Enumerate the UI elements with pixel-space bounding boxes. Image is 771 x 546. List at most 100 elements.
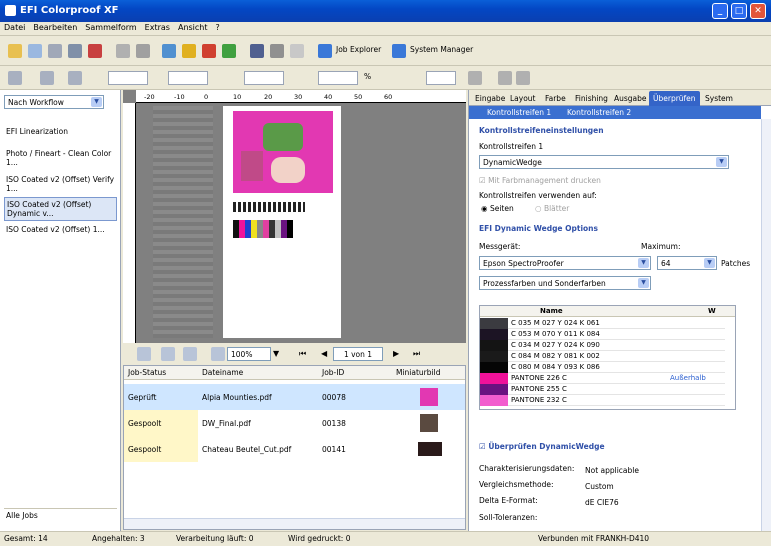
tab-ausgabe[interactable]: Ausgabe	[614, 94, 647, 103]
menu-extras[interactable]: Extras	[141, 22, 174, 33]
measure-icon[interactable]	[290, 44, 304, 58]
section-title: EFI Dynamic Wedge Options	[479, 224, 598, 233]
column-header[interactable]: Dateiname	[202, 368, 243, 377]
swatch-row[interactable]: PANTONE 255 C	[480, 384, 725, 395]
maximize-button[interactable]: □	[731, 3, 747, 19]
menu-ansicht[interactable]: Ansicht	[174, 22, 212, 33]
home-icon[interactable]	[498, 71, 512, 85]
tab-layout[interactable]: Layout	[510, 94, 536, 103]
tab-system[interactable]: System	[705, 94, 733, 103]
width-field[interactable]	[244, 71, 284, 85]
pointer-icon[interactable]	[250, 44, 264, 58]
ruler-tick: 0	[204, 93, 209, 101]
settings-icon[interactable]	[136, 44, 150, 58]
verify-checkbox[interactable]: ☑ Überprüfen DynamicWedge	[479, 442, 605, 451]
align-icon[interactable]	[8, 71, 22, 85]
rotation-field[interactable]	[426, 71, 456, 85]
swatch-row[interactable]: PANTONE 232 C	[480, 395, 725, 406]
strip-select[interactable]: DynamicWedge ▼	[479, 155, 729, 169]
vertical-scrollbar[interactable]	[761, 119, 771, 531]
workflow-item[interactable]: ISO Coated v2 (Offset) Verify 1...	[4, 173, 117, 195]
swatch-row[interactable]: C 034 M 027 Y 024 K 090	[480, 340, 725, 351]
zoom-icon[interactable]	[211, 347, 225, 361]
status-connection: Verbunden mit FRANKH-D410	[538, 534, 650, 543]
radio-pages[interactable]: ◉ Seiten	[481, 204, 514, 213]
workflow-item-selected[interactable]: ISO Coated v2 (Offset) Dynamic v...	[4, 197, 117, 221]
open-folder-icon[interactable]	[8, 44, 22, 58]
horizontal-scrollbar[interactable]	[124, 518, 465, 529]
next-page-icon[interactable]: ▶	[393, 349, 399, 358]
workflow-item[interactable]: Photo / Fineart - Clean Color 1...	[4, 147, 117, 169]
refresh-icon[interactable]	[222, 44, 236, 58]
crop-icon[interactable]	[270, 44, 284, 58]
x-position-field[interactable]	[108, 71, 148, 85]
grid-icon[interactable]	[161, 347, 175, 361]
column-header[interactable]: Name	[540, 307, 563, 315]
swatch-row[interactable]: C 035 M 027 Y 024 K 061	[480, 318, 725, 329]
network-icon[interactable]	[88, 44, 102, 58]
save-icon[interactable]	[48, 44, 62, 58]
layout-icon[interactable]	[162, 44, 176, 58]
ruler-tick: 50	[354, 93, 363, 101]
subtab-strip-2[interactable]: Kontrollstreifen 2	[567, 108, 631, 117]
system-manager-button[interactable]: System Manager	[410, 45, 473, 54]
undo-icon[interactable]	[516, 71, 530, 85]
ruler-tick: -10	[174, 93, 185, 101]
zoom-dropdown-icon[interactable]: ▼	[273, 349, 279, 358]
workflow-item[interactable]: ISO Coated v2 (Offset) 1...	[4, 223, 117, 236]
tab-finishing[interactable]: Finishing	[575, 94, 608, 103]
job-explorer-button[interactable]: Job Explorer	[336, 45, 381, 54]
menu-help[interactable]: ?	[212, 22, 224, 33]
chevron-down-icon: ▼	[638, 258, 649, 268]
all-jobs-item[interactable]: Alle Jobs	[4, 508, 117, 522]
space-icon[interactable]	[68, 71, 82, 85]
import-icon[interactable]	[28, 44, 42, 58]
color-management-checkbox[interactable]: ☑ Mit Farbmanagement drucken	[479, 176, 601, 185]
minimize-button[interactable]: _	[712, 3, 728, 19]
edit-icon[interactable]	[182, 44, 196, 58]
column-header[interactable]: Miniaturbild	[396, 368, 440, 377]
swatch-row[interactable]: C 080 M 084 Y 093 K 086	[480, 362, 725, 373]
view-icon[interactable]	[183, 347, 197, 361]
subtab-strip-1[interactable]: Kontrollstreifen 1	[487, 108, 551, 117]
distribute-icon[interactable]	[40, 71, 54, 85]
table-row[interactable]: Geprüft Alpia Mounties.pdf 00078	[124, 384, 465, 410]
y-position-field[interactable]	[168, 71, 208, 85]
fit-icon[interactable]	[137, 347, 151, 361]
swatch-row[interactable]: C 053 M 070 Y 011 K 084	[480, 329, 725, 340]
close-button[interactable]: ✕	[750, 3, 766, 19]
device-select[interactable]: Epson SpectroProofer ▼	[479, 256, 651, 270]
tab-ueberpruefen[interactable]: Überprüfen	[649, 91, 700, 106]
swatch-row[interactable]: PANTONE 226 C Außerhalb	[480, 373, 725, 384]
colors-select[interactable]: Prozessfarben und Sonderfarben ▼	[479, 276, 651, 290]
workflow-filter-select[interactable]: Nach Workflow ▼	[4, 95, 104, 109]
column-header[interactable]: W	[708, 307, 716, 315]
system-manager-icon[interactable]	[392, 44, 406, 58]
print-icon[interactable]	[68, 44, 82, 58]
delete-icon[interactable]	[116, 44, 130, 58]
swatch-row[interactable]: C 084 M 082 Y 081 K 002	[480, 351, 725, 362]
color-icon[interactable]	[202, 44, 216, 58]
zoom-input[interactable]: 100%	[227, 347, 271, 361]
radio-sheets[interactable]: ○ Blätter	[535, 204, 569, 213]
prev-page-icon[interactable]: ◀	[321, 349, 327, 358]
workflow-item[interactable]: EFI Linearization	[4, 125, 117, 138]
menu-sammelform[interactable]: Sammelform	[81, 22, 140, 33]
menu-datei[interactable]: Datei	[0, 22, 29, 33]
table-row[interactable]: Gespoolt Chateau Beutel_Cut.pdf 00141	[124, 436, 465, 462]
job-thumbnail	[420, 388, 438, 406]
first-page-icon[interactable]: ⏮	[299, 349, 306, 359]
tab-eingabe[interactable]: Eingabe	[475, 94, 505, 103]
column-header[interactable]: Job-ID	[322, 368, 344, 377]
column-header[interactable]: Job-Status	[128, 368, 166, 377]
last-page-icon[interactable]: ⏭	[413, 349, 420, 359]
height-field[interactable]	[318, 71, 358, 85]
tab-farbe[interactable]: Farbe	[545, 94, 566, 103]
swatch-name: C 053 M 070 Y 011 K 084	[511, 330, 600, 338]
menu-bearbeiten[interactable]: Bearbeiten	[29, 22, 81, 33]
job-filename: DW_Final.pdf	[202, 419, 251, 428]
maximum-select[interactable]: 64 ▼	[657, 256, 717, 270]
table-row[interactable]: Gespoolt DW_Final.pdf 00138	[124, 410, 465, 436]
job-explorer-icon[interactable]	[318, 44, 332, 58]
flip-icon[interactable]	[468, 71, 482, 85]
